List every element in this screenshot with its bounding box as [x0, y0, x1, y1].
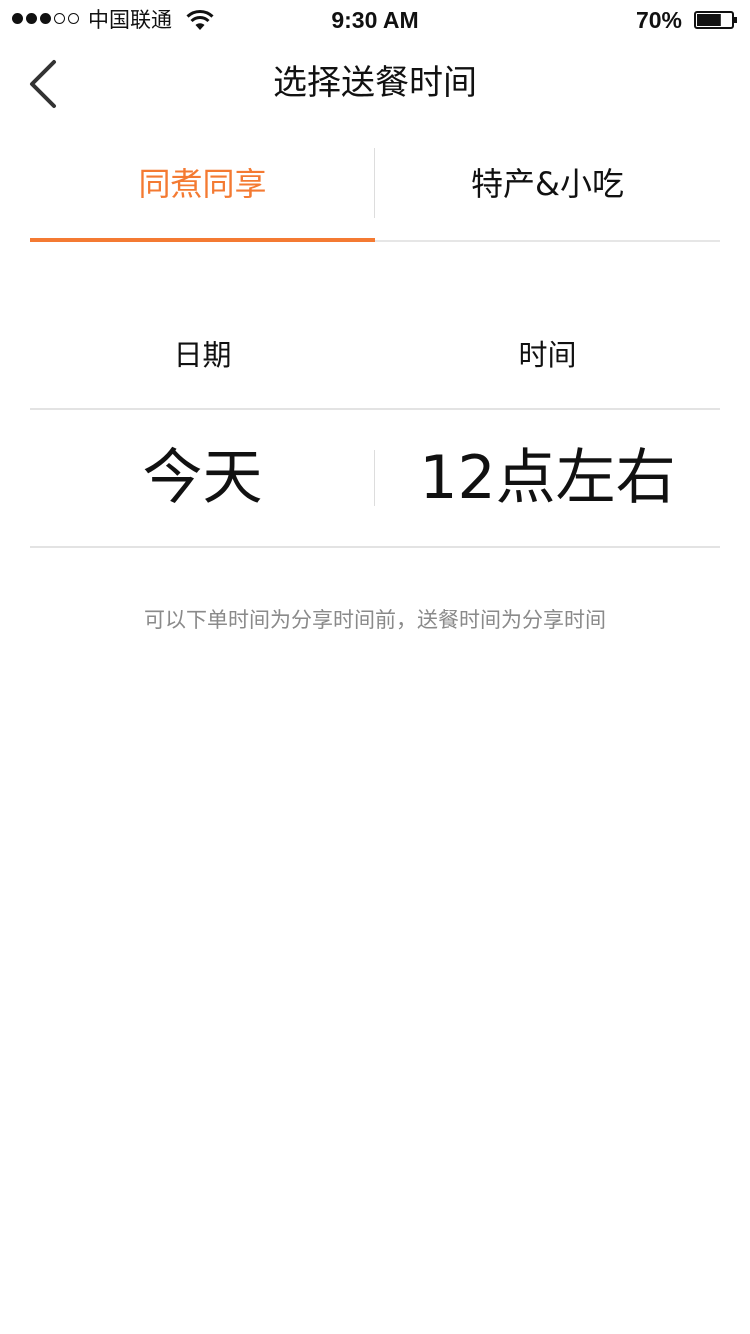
- battery-percentage: 70%: [635, 7, 682, 33]
- category-tabs: 同煮同享 特产&小吃: [30, 140, 720, 242]
- tab-cook-and-share[interactable]: 同煮同享: [30, 140, 375, 240]
- time-picker: 今天 12点左右: [30, 410, 720, 546]
- active-tab-indicator: [30, 238, 375, 242]
- battery-icon: [694, 11, 737, 29]
- picker-headers: 日期 时间: [30, 320, 720, 390]
- divider-line: [30, 546, 720, 548]
- date-picker-value[interactable]: 今天: [30, 410, 375, 546]
- tab-specialty-snacks[interactable]: 特产&小吃: [375, 140, 720, 240]
- navigation-bar: 选择送餐时间: [0, 40, 750, 128]
- hint-text: 可以下单时间为分享时间前，送餐时间为分享时间: [144, 608, 606, 632]
- time-picker-value[interactable]: 12点左右: [375, 410, 720, 546]
- date-column-header: 日期: [173, 338, 232, 372]
- status-bar: 中国联通 9:30 AM 70%: [0, 0, 750, 40]
- page-title: 选择送餐时间: [273, 63, 477, 103]
- time-column-header: 时间: [518, 338, 577, 372]
